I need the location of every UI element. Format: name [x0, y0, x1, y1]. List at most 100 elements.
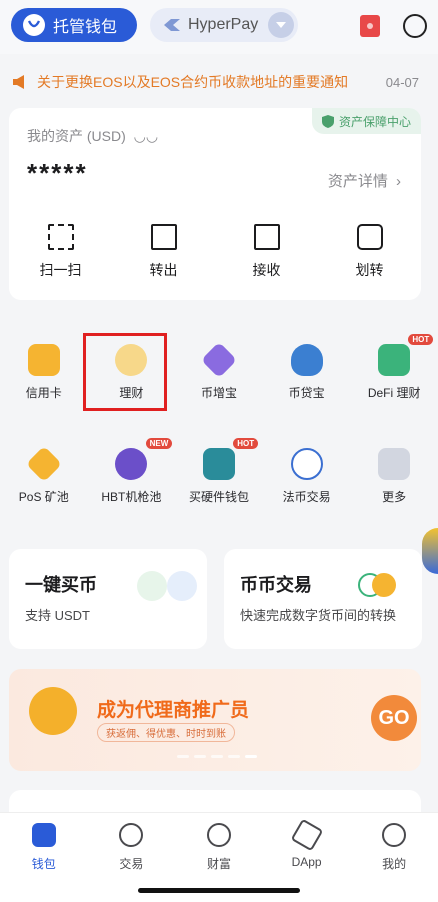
transfer-out-label: 转出	[149, 262, 178, 278]
asset-detail-text: 资产详情	[327, 173, 388, 190]
tab-me[interactable]: 我的	[350, 813, 438, 902]
chevron-down-icon	[268, 12, 294, 38]
feature-row: PoS 矿池 NEW HBT机枪池 HOT 买硬件钱包 法币交易 更多	[0, 434, 438, 538]
top-bar: 托管钱包 HyperPay	[0, 0, 438, 54]
credit-card-icon	[27, 344, 60, 376]
trade-tab-icon	[119, 823, 144, 847]
grid-item-hardware-wallet[interactable]: HOT 买硬件钱包	[175, 434, 263, 538]
shield-icon	[321, 114, 334, 128]
tab-wallet[interactable]: 钱包	[0, 813, 88, 902]
qr-code-icon	[253, 224, 280, 250]
carousel-dots	[177, 755, 262, 758]
network-label: HyperPay	[188, 16, 259, 33]
asset-actions: 扫一扫 转出 接收 划转	[9, 224, 421, 284]
chevron-right-icon: ›	[396, 173, 401, 190]
grid-item-label: 币增宝	[200, 386, 237, 400]
network-selector[interactable]: HyperPay	[150, 8, 298, 42]
asset-badge-text: 资产保障中心	[338, 114, 411, 129]
fiat-coin-icon	[290, 448, 323, 480]
transfer-out-button[interactable]: 转出	[112, 224, 215, 284]
swap-icon	[356, 224, 383, 250]
quick-buy-title: 一键买币	[25, 575, 97, 595]
grid-item-pos-pool[interactable]: PoS 矿池	[0, 434, 88, 538]
alipay-icon	[167, 571, 197, 601]
red-envelope-icon[interactable]	[360, 15, 380, 37]
hardware-wallet-icon	[202, 448, 235, 480]
hyperpay-logo-icon	[164, 19, 180, 31]
gold-coin-icon	[372, 573, 396, 597]
grid-item-coin-loan[interactable]: 币贷宝	[263, 330, 351, 434]
grid-item-label: HBT机枪池	[101, 490, 162, 504]
scan-icon	[47, 224, 74, 250]
coin-trade-card[interactable]: 币币交易 快速完成数字货币间的转换	[224, 549, 422, 649]
notice-text: 关于更换EOS以及EOS合约币收款地址的重要通知	[37, 74, 349, 90]
eye-closed-icon[interactable]: ◡◡	[134, 128, 158, 144]
grid-item-defi[interactable]: HOT DeFi 理财	[350, 330, 438, 434]
tab-label: 我的	[382, 857, 407, 871]
cube-icon	[25, 445, 62, 483]
notice-date: 04-07	[385, 74, 419, 90]
hand-coin-icon	[29, 687, 77, 735]
home-indicator	[138, 888, 300, 893]
asset-card: 我的资产 (USD) ◡◡ 资产保障中心 ***** 资产详情 › 扫一扫 转出…	[9, 108, 421, 300]
grid-item-hbt-pool[interactable]: NEW HBT机枪池	[88, 434, 176, 538]
more-grid-icon	[378, 448, 411, 480]
wallet-tab-icon	[31, 823, 56, 847]
custody-wallet-button[interactable]: 托管钱包	[11, 8, 137, 42]
wallet-icon	[23, 14, 45, 36]
new-badge: NEW	[145, 438, 173, 449]
coin-trade-subtitle: 快速完成数字货币间的转换	[240, 608, 397, 623]
tab-label: 交易	[119, 857, 144, 871]
grid-item-label: PoS 矿池	[18, 490, 69, 504]
wechat-icon	[137, 571, 167, 601]
asset-detail-link[interactable]: 资产详情 ›	[328, 170, 401, 191]
grid-item-label: 币贷宝	[288, 386, 325, 400]
dapp-tab-icon	[290, 818, 323, 852]
grid-item-label: 信用卡	[25, 386, 62, 400]
swap-transfer-button[interactable]: 划转	[318, 224, 421, 284]
floating-promo-icon[interactable]	[422, 528, 438, 574]
banner-go-badge: GO	[371, 695, 417, 741]
tab-label: DApp	[291, 855, 322, 869]
defi-arrow-icon	[378, 344, 411, 376]
receive-button[interactable]: 接收	[215, 224, 318, 284]
promo-banner[interactable]: 成为代理商推广员 获返佣、得优惠、时时到账 GO	[9, 669, 421, 771]
tab-label: 财富	[206, 857, 231, 871]
swap-transfer-label: 划转	[355, 262, 384, 278]
wealth-tab-icon	[206, 823, 231, 847]
support-smile-icon[interactable]	[403, 14, 427, 38]
asset-label-text: 我的资产 (USD)	[27, 128, 126, 144]
grid-item-fiat-trade[interactable]: 法币交易	[263, 434, 351, 538]
grid-item-more[interactable]: 更多	[350, 434, 438, 538]
grid-item-label: 买硬件钱包	[188, 490, 249, 504]
megaphone-icon	[13, 75, 24, 89]
profile-tab-icon	[382, 823, 407, 847]
scan-label: 扫一扫	[39, 262, 82, 278]
network-node-icon	[115, 448, 148, 480]
banner-subtitle: 获返佣、得优惠、时时到账	[97, 723, 235, 742]
asset-protection-badge[interactable]: 资产保障中心	[311, 108, 421, 134]
grid-item-label: DeFi 理财	[367, 386, 421, 400]
receive-label: 接收	[252, 262, 281, 278]
wealth-highlight-box	[83, 333, 167, 411]
grid-item-label: 更多	[382, 490, 407, 504]
asset-amount: *****	[27, 158, 88, 188]
tab-label: 钱包	[31, 857, 56, 871]
feature-row: 信用卡 理财 币增宝 币贷宝 HOT DeFi 理财	[0, 330, 438, 434]
hot-badge: HOT	[408, 334, 434, 345]
gem-icon	[200, 341, 238, 379]
banner-title: 成为代理商推广员	[97, 700, 250, 721]
quick-buy-subtitle: 支持 USDT	[25, 608, 91, 623]
quick-buy-card[interactable]: 一键买币 支持 USDT	[9, 549, 207, 649]
coin-trade-title: 币币交易	[240, 575, 312, 595]
grid-item-credit-card[interactable]: 信用卡	[0, 330, 88, 434]
notice-bar[interactable]: 关于更换EOS以及EOS合约币收款地址的重要通知 04-07	[11, 67, 427, 97]
hot-badge: HOT	[233, 438, 259, 449]
custody-wallet-label: 托管钱包	[53, 19, 118, 36]
grid-item-label: 法币交易	[282, 490, 331, 504]
scan-button[interactable]: 扫一扫	[9, 224, 112, 284]
feature-grid: 信用卡 理财 币增宝 币贷宝 HOT DeFi 理财 PoS 矿池 NEW HB…	[0, 330, 438, 538]
transfer-out-icon	[150, 224, 177, 250]
grid-item-coin-growth[interactable]: 币增宝	[175, 330, 263, 434]
money-bag-icon	[290, 344, 323, 376]
